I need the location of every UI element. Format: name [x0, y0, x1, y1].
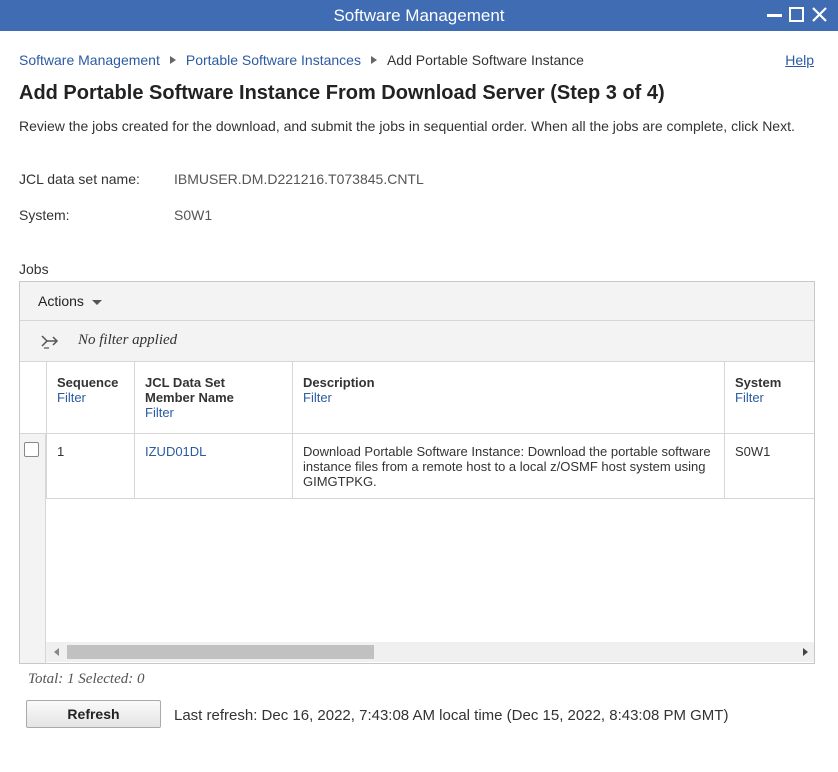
- horizontal-scrollbar[interactable]: [46, 642, 814, 662]
- filter-bar: No filter applied: [20, 321, 814, 362]
- scroll-left-icon[interactable]: [54, 648, 59, 656]
- column-header-label: Description: [303, 375, 375, 390]
- cell-system: S0W1: [724, 434, 814, 498]
- minimize-icon[interactable]: [766, 5, 786, 25]
- system-value: S0W1: [174, 207, 213, 223]
- column-header-label: Sequence: [57, 375, 119, 390]
- member-name-link[interactable]: IZUD01DL: [145, 444, 206, 459]
- system-label: System:: [19, 207, 70, 223]
- chevron-down-icon: [91, 299, 102, 305]
- column-header-label: Member Name: [145, 390, 234, 405]
- actions-label: Actions: [38, 293, 84, 309]
- jobs-label: Jobs: [19, 261, 49, 277]
- help-link[interactable]: Help: [785, 52, 814, 68]
- maximize-icon[interactable]: [788, 5, 808, 25]
- grid-toolbar: Actions: [20, 282, 814, 321]
- breadcrumb-portable-software-instances[interactable]: Portable Software Instances: [186, 52, 361, 68]
- intro-text: Review the jobs created for the download…: [19, 118, 795, 134]
- page-title: Add Portable Software Instance From Down…: [19, 82, 665, 104]
- cell-sequence: 1: [46, 434, 134, 498]
- column-description: Description Filter: [292, 362, 724, 433]
- breadcrumb-current: Add Portable Software Instance: [386, 52, 584, 68]
- row-checkbox[interactable]: [24, 442, 39, 457]
- cell-member-name: IZUD01DL: [134, 434, 292, 498]
- selection-totals: Total: 1 Selected: 0: [28, 671, 145, 687]
- last-refresh-text: Last refresh: Dec 16, 2022, 7:43:08 AM l…: [174, 707, 729, 724]
- column-sequence: Sequence Filter: [46, 362, 134, 433]
- jcl-dataset-value: IBMUSER.DM.D221216.T073845.CNTL: [174, 171, 424, 187]
- breadcrumb-separator-icon: [169, 56, 176, 64]
- member-filter-link[interactable]: Filter: [145, 405, 282, 420]
- scrollbar-thumb[interactable]: [67, 645, 374, 659]
- column-header-label: JCL Data Set: [145, 375, 225, 390]
- sequence-filter-link[interactable]: Filter: [57, 390, 124, 405]
- actions-menu[interactable]: Actions: [38, 293, 102, 309]
- filter-status: No filter applied: [78, 332, 178, 348]
- window-title: Software Management: [333, 6, 505, 25]
- breadcrumb-software-management[interactable]: Software Management: [19, 52, 160, 68]
- column-member-name: JCL Data Set Member Name Filter: [134, 362, 292, 433]
- column-header-label: System: [735, 375, 782, 390]
- title-bar: Software Management: [0, 0, 838, 31]
- refresh-button[interactable]: Refresh: [26, 700, 161, 728]
- scroll-right-icon[interactable]: [803, 648, 808, 656]
- table-header: Sequence Filter JCL Data Set Member Name…: [20, 362, 814, 434]
- breadcrumb-separator-icon: [370, 56, 377, 64]
- filter-arrow-icon[interactable]: [40, 333, 60, 354]
- breadcrumb: Software Management Portable Software Ins…: [19, 52, 584, 68]
- description-filter-link[interactable]: Filter: [303, 390, 714, 405]
- table-row[interactable]: 1 IZUD01DL Download Portable Software In…: [46, 434, 814, 499]
- cell-description: Download Portable Software Instance: Dow…: [292, 434, 724, 498]
- jcl-dataset-label: JCL data set name:: [19, 171, 140, 187]
- close-icon[interactable]: [811, 5, 831, 25]
- system-filter-link[interactable]: Filter: [735, 390, 804, 405]
- jobs-grid: Actions No filter applied Sequence Filte…: [19, 281, 815, 664]
- column-system: System Filter: [724, 362, 814, 433]
